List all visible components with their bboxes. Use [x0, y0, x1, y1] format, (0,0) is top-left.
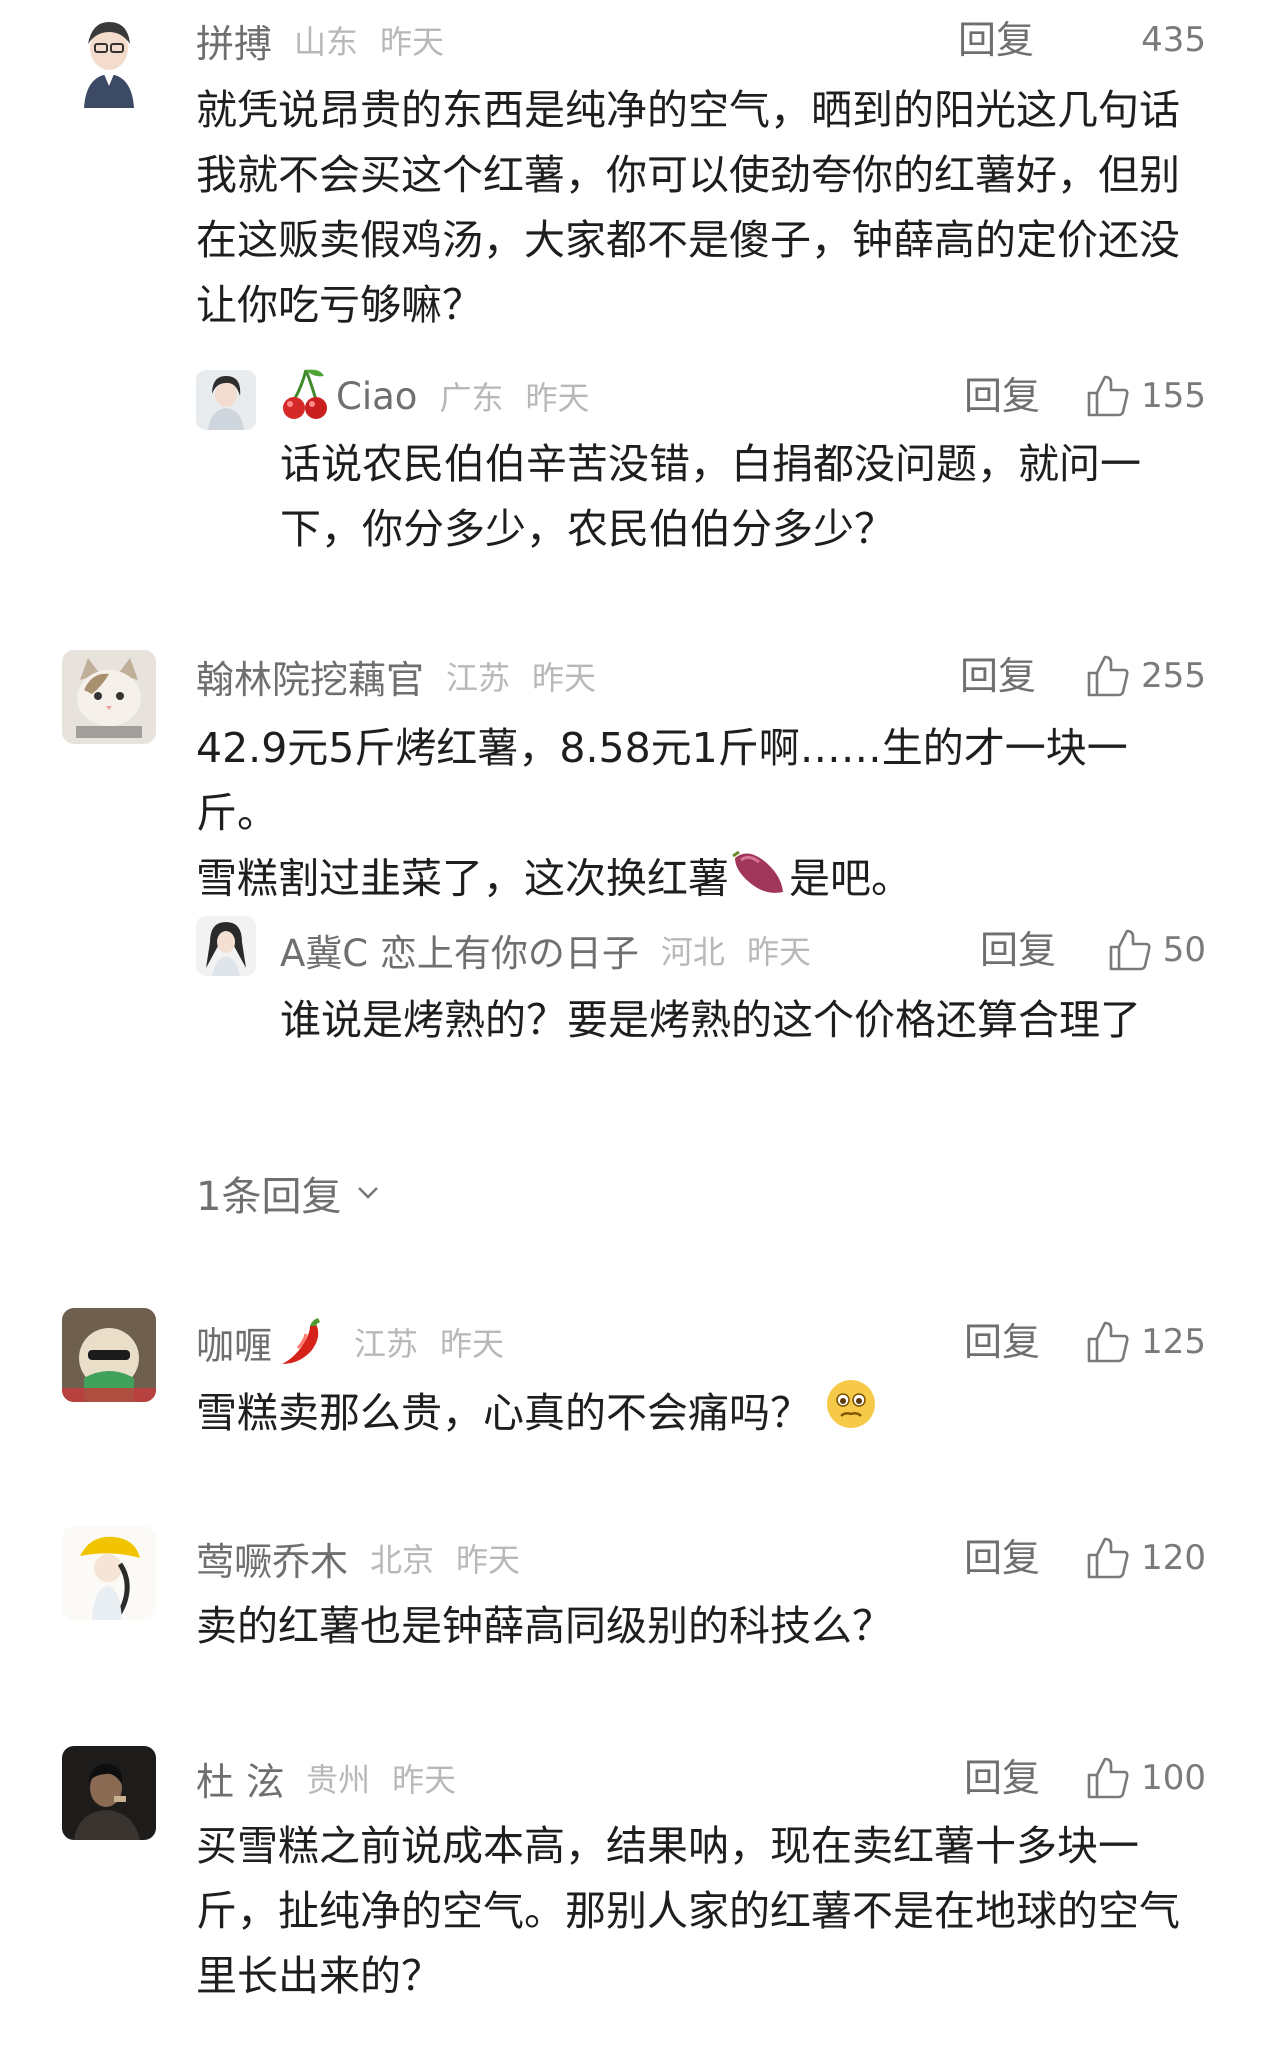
reply-button[interactable]: 回复: [960, 648, 1036, 704]
chevron-down-icon: [358, 1187, 379, 1199]
username[interactable]: A冀C 恋上有你の日子: [280, 923, 639, 977]
timestamp: 昨天: [456, 1541, 521, 1579]
timestamp: 昨天: [380, 23, 445, 61]
thumbs-up-icon: [1087, 375, 1129, 417]
comment-text: 卖的红薯也是钟薛高同级别的科技么？: [196, 1602, 893, 1650]
thumbs-up-icon: [1087, 1537, 1129, 1579]
like-count: 155: [1141, 376, 1206, 416]
thumbs-up-icon: [1087, 1321, 1129, 1363]
like-count: 100: [1141, 1758, 1206, 1798]
like-count: 120: [1141, 1538, 1206, 1578]
username[interactable]: 莺噘乔木: [196, 1531, 348, 1586]
avatar[interactable]: [62, 1746, 156, 1840]
timestamp: 昨天: [392, 1761, 457, 1799]
comment-text-line: 42.9元5斤烤红薯，8.58元1斤啊……生的才一块一斤。: [196, 724, 1128, 837]
comment-text-segment: 雪糕割过韭菜了，这次换红薯: [196, 854, 729, 903]
comment-text-segment: 是吧。: [789, 854, 912, 903]
comment-text: 42.9元5斤烤红薯，8.58元1斤啊……生的才一块一斤。 雪糕割过韭菜了，这次…: [196, 716, 1186, 917]
location: 贵州: [306, 1761, 371, 1799]
expand-replies-label: 1条回复: [196, 1174, 342, 1220]
username[interactable]: 咖喱: [196, 1315, 272, 1370]
thumbs-up-icon: [1087, 1757, 1129, 1799]
location: 河北: [660, 933, 725, 971]
like-count: 125: [1141, 1322, 1206, 1362]
reply-button[interactable]: 回复: [964, 1314, 1040, 1370]
avatar[interactable]: [62, 14, 156, 108]
username[interactable]: Ciao: [336, 375, 417, 418]
worried-face-icon: [825, 1378, 877, 1449]
chili-pepper-icon: [276, 1312, 332, 1372]
reply-header: A冀C 恋上有你の日子 河北 昨天: [280, 922, 811, 978]
location: 山东: [294, 23, 359, 61]
comment-header: 杜 泫 贵州 昨天: [196, 1750, 456, 1806]
comment-header: 莺噘乔木 北京 昨天: [196, 1530, 520, 1586]
username[interactable]: 杜 泫: [196, 1751, 284, 1806]
like-count: 255: [1141, 656, 1206, 696]
like-button[interactable]: 120: [1085, 1530, 1206, 1586]
reply-button[interactable]: 回复: [964, 1750, 1040, 1806]
like-count: 50: [1162, 930, 1206, 970]
comment-header: 拼搏 山东 昨天: [196, 12, 444, 68]
location: 江苏: [354, 1325, 419, 1363]
cherry-icon: [280, 366, 330, 426]
avatar[interactable]: [62, 1308, 156, 1402]
reply-text: 谁说是烤熟的？要是烤熟的这个价格还算合理了: [280, 996, 1141, 1044]
comment-text-line: 雪糕割过韭菜了，这次换红薯 是吧。: [196, 846, 1186, 917]
comment-text: 就凭说昂贵的东西是纯净的空气，晒到的阳光这几句话我就不会买这个红薯，你可以使劲夸…: [196, 86, 1180, 329]
reply-button[interactable]: 回复: [958, 12, 1034, 68]
like-count[interactable]: 435: [1141, 12, 1206, 68]
like-button[interactable]: 155: [1085, 368, 1206, 424]
like-button[interactable]: 100: [1085, 1750, 1206, 1806]
location: 江苏: [446, 659, 511, 697]
location: 北京: [370, 1541, 435, 1579]
thumbs-up-icon: [1109, 929, 1151, 971]
timestamp: 昨天: [532, 659, 597, 697]
like-button[interactable]: 255: [1085, 648, 1206, 704]
username[interactable]: 翰林院挖藕官: [196, 649, 424, 704]
comment-header: 翰林院挖藕官 江苏 昨天: [196, 648, 596, 704]
reply-header: Ciao 广东 昨天: [280, 368, 589, 424]
expand-replies-button[interactable]: 1条回复: [196, 1164, 381, 1222]
reply-button[interactable]: 回复: [964, 1530, 1040, 1586]
comment-text-segment: 雪糕卖那么贵，心真的不会痛吗？: [196, 1389, 811, 1437]
comment-header: 咖喱 江苏 昨天: [196, 1314, 504, 1370]
avatar[interactable]: [62, 1526, 156, 1620]
reply-button[interactable]: 回复: [980, 922, 1056, 978]
sweet-potato-icon: [729, 846, 789, 917]
location: 广东: [439, 379, 504, 417]
avatar[interactable]: [196, 370, 256, 430]
reply-text: 话说农民伯伯辛苦没错，白捐都没问题，就问一下，你分多少，农民伯伯分多少？: [280, 440, 1141, 553]
timestamp: 昨天: [525, 379, 590, 417]
timestamp: 昨天: [746, 933, 811, 971]
like-button[interactable]: 125: [1085, 1314, 1206, 1370]
comment-text: 雪糕卖那么贵，心真的不会痛吗？: [196, 1378, 1196, 1449]
avatar[interactable]: [196, 916, 256, 976]
comment-text: 买雪糕之前说成本高，结果呐，现在卖红薯十多块一斤，扯纯净的空气。那别人家的红薯不…: [196, 1822, 1180, 2000]
avatar[interactable]: [62, 650, 156, 744]
like-button[interactable]: 50: [1107, 922, 1206, 978]
reply-button[interactable]: 回复: [964, 368, 1040, 424]
username[interactable]: 拼搏: [196, 13, 272, 68]
timestamp: 昨天: [440, 1325, 505, 1363]
thumbs-up-icon: [1087, 655, 1129, 697]
